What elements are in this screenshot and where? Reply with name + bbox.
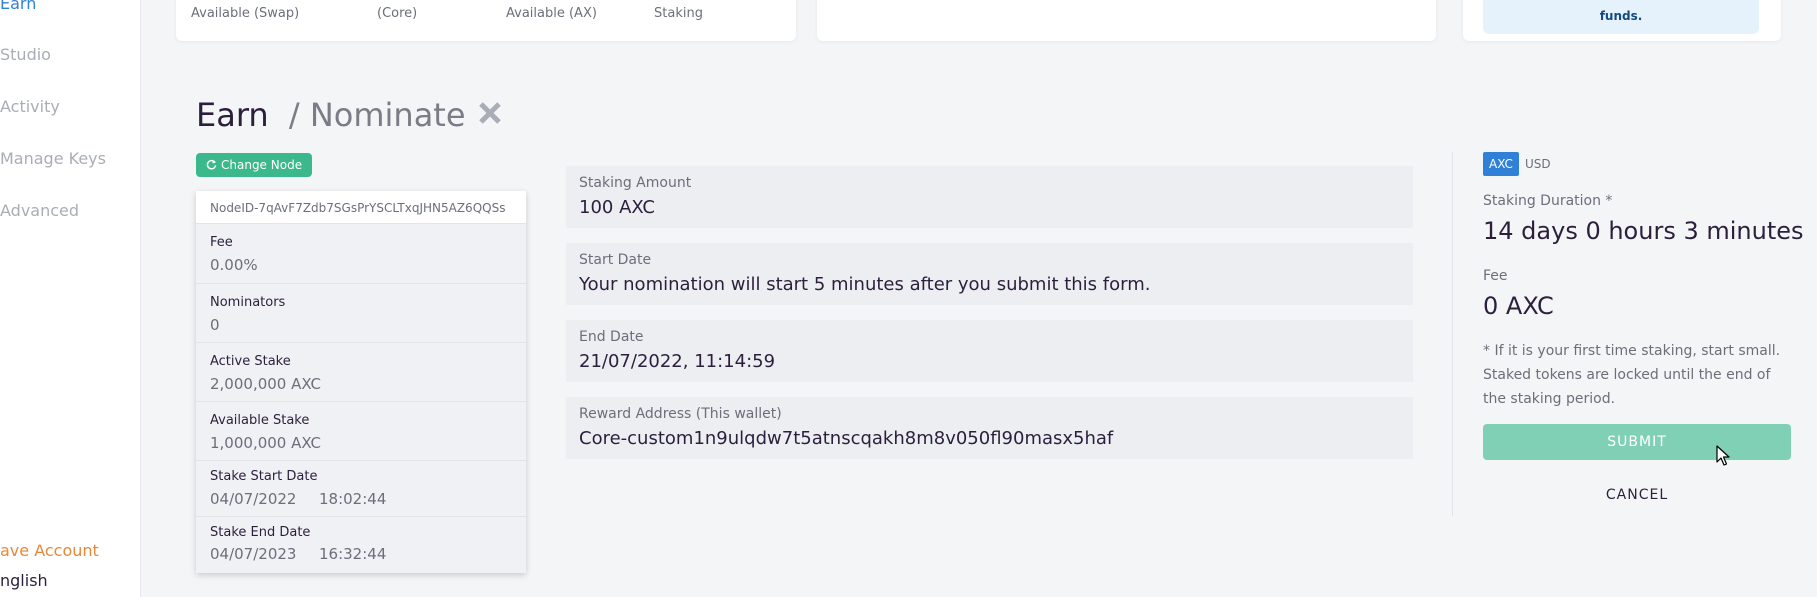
node-stake-end-date: 04/07/2023 (210, 545, 297, 563)
cancel-button[interactable]: CANCEL (1483, 487, 1791, 507)
sidebar-item-advanced[interactable]: Advanced (0, 201, 79, 220)
mouse-cursor-icon (1716, 445, 1730, 467)
swap-info-card: funds. (1463, 0, 1781, 41)
node-available-stake-row: Available Stake 1,000,000 AXC (196, 402, 526, 461)
currency-axc-button[interactable]: AXC (1483, 152, 1519, 176)
staking-amount-field[interactable]: Staking Amount 100 AXC (566, 166, 1413, 228)
node-fee-row: Fee 0.00% (196, 224, 526, 284)
node-active-stake-label: Active Stake (210, 354, 291, 369)
staking-amount-label: Staking Amount (579, 175, 692, 191)
sidebar-item-earn[interactable]: Earn (0, 0, 36, 13)
node-stake-start-label: Stake Start Date (210, 469, 318, 484)
close-icon[interactable] (478, 98, 502, 130)
reward-address-label: Reward Address (This wallet) (579, 406, 782, 422)
summary-fee-value: 0 AXC (1483, 292, 1554, 320)
node-active-stake-row: Active Stake 2,000,000 AXC (196, 343, 526, 402)
summary-divider (1452, 152, 1453, 516)
node-active-stake-value: 2,000,000 AXC (210, 375, 322, 393)
balance-label-staking: Staking (654, 6, 703, 21)
page-title: Earn / Nominate (196, 96, 466, 134)
node-info-card: NodeID-7qAvF7Zdb7SGsPrYSCLTxqJHN5AZ6QQSs… (196, 191, 526, 573)
staking-note: * If it is your first time staking, star… (1483, 343, 1781, 407)
reward-address-value: Core-custom1n9ulqdw7t5atnscqakh8m8v050fl… (579, 428, 1114, 449)
node-available-stake-label: Available Stake (210, 413, 310, 428)
node-stake-end-time: 16:32:44 (319, 545, 387, 563)
node-nominators-label: Nominators (210, 295, 286, 310)
swap-note-text: funds. (1599, 9, 1643, 23)
currency-usd-button[interactable]: USD (1519, 152, 1557, 176)
change-node-label: Change Node (221, 158, 303, 172)
node-stake-end-label: Stake End Date (210, 525, 311, 540)
title-nominate: / Nominate (288, 96, 466, 134)
node-nominators-row: Nominators 0 (196, 284, 526, 343)
staking-duration-value: 14 days 0 hours 3 minutes (1483, 217, 1804, 245)
node-nominators-value: 0 (210, 316, 220, 334)
save-account-link[interactable]: ave Account (0, 541, 99, 560)
balance-card: Available (Swap) (Core) Available (AX) S… (176, 0, 796, 41)
change-node-button[interactable]: Change Node (196, 153, 313, 177)
balance-label-ax: Available (AX) (506, 6, 597, 21)
end-date-label: End Date (579, 329, 644, 345)
sidebar-item-manage-keys[interactable]: Manage Keys (0, 149, 106, 168)
start-date-field: Start Date Your nomination will start 5 … (566, 243, 1413, 305)
start-date-label: Start Date (579, 252, 652, 268)
language-selector[interactable]: nglish (0, 571, 48, 590)
end-date-value[interactable]: 21/07/2022, 11:14:59 (579, 351, 775, 372)
node-stake-start-time: 18:02:44 (319, 490, 387, 508)
node-fee-label: Fee (210, 235, 233, 250)
start-date-value: Your nomination will start 5 minutes aft… (579, 274, 1151, 295)
title-earn: Earn (196, 96, 269, 134)
node-available-stake-value: 1,000,000 AXC (210, 434, 322, 452)
refresh-icon (206, 153, 217, 177)
currency-toggle[interactable]: AXC USD (1483, 152, 1557, 176)
node-fee-value: 0.00% (210, 256, 258, 274)
node-stake-start-date: 04/07/2022 (210, 490, 297, 508)
staking-amount-value[interactable]: 100 AXC (579, 197, 655, 218)
balance-label-swap: Available (Swap) (191, 6, 300, 21)
summary-fee-label: Fee (1483, 268, 1508, 284)
node-stake-end-row: Stake End Date 04/07/2023 16:32:44 (196, 517, 526, 573)
sidebar-item-studio[interactable]: Studio (0, 45, 51, 64)
sidebar-item-activity[interactable]: Activity (0, 97, 60, 116)
address-card (817, 0, 1436, 41)
end-date-field[interactable]: End Date 21/07/2022, 11:14:59 (566, 320, 1413, 382)
reward-address-field: Reward Address (This wallet) Core-custom… (566, 397, 1413, 459)
node-id: NodeID-7qAvF7Zdb7SGsPrYSCLTxqJHN5AZ6QQSs (196, 191, 526, 224)
swap-address-note: funds. (1483, 0, 1759, 34)
balance-label-core: (Core) (377, 6, 418, 21)
sidebar: Earn Studio Activity Manage Keys Advance… (0, 0, 141, 597)
submit-button[interactable]: SUBMIT (1483, 424, 1791, 460)
staking-duration-label: Staking Duration * (1483, 193, 1613, 209)
node-stake-start-row: Stake Start Date 04/07/2022 18:02:44 (196, 461, 526, 517)
